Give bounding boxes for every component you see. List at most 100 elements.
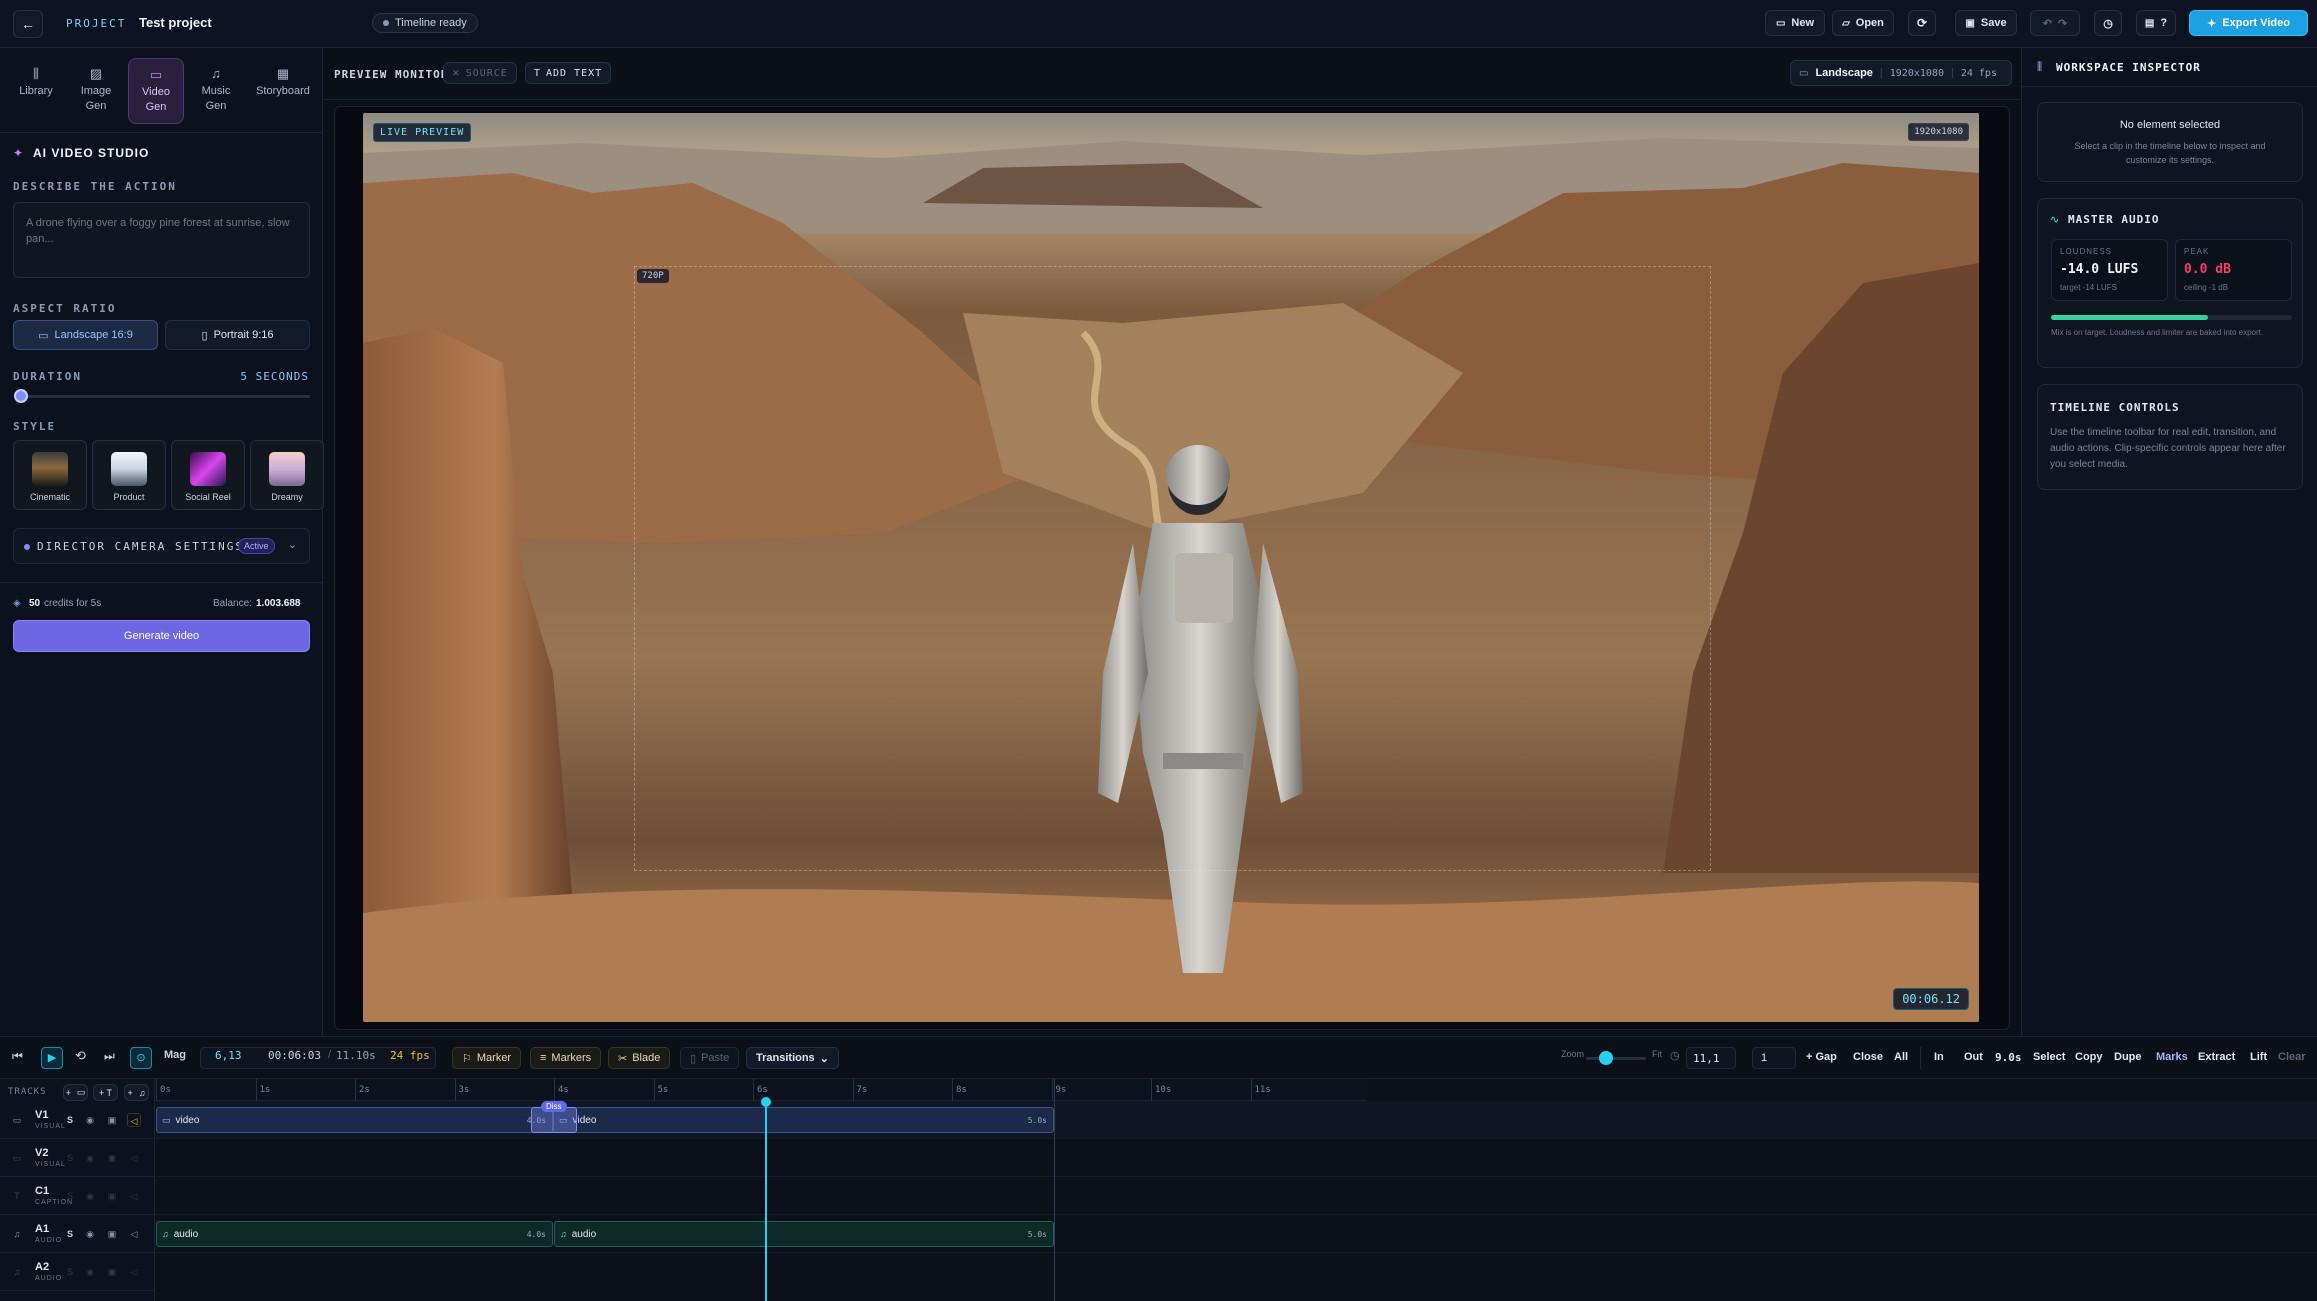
out-button[interactable]: Out	[1964, 1051, 1983, 1063]
generate-video-button[interactable]: Generate video	[13, 620, 310, 652]
eye-icon[interactable]: ◉	[83, 1113, 97, 1127]
extract-button[interactable]: Extract	[2198, 1051, 2235, 1063]
tab-music-gen[interactable]: ♫ Music Gen	[188, 58, 244, 124]
style-dreamy[interactable]: Dreamy	[250, 440, 324, 510]
audio-clip-1[interactable]: ♫ audio 4.0s	[156, 1221, 553, 1247]
lock-icon[interactable]: ▣	[105, 1265, 119, 1279]
style-social-reel[interactable]: Social Reel	[171, 440, 245, 510]
in-button[interactable]: In	[1934, 1051, 1944, 1063]
add-text-button[interactable]: T ADD TEXT	[525, 62, 611, 84]
duration-slider-thumb[interactable]	[14, 389, 28, 403]
eye-icon[interactable]: ◉	[83, 1227, 97, 1241]
play-button[interactable]: ▶	[41, 1047, 63, 1069]
prompt-input[interactable]	[13, 202, 310, 278]
gap-value-input[interactable]: 1	[1752, 1047, 1796, 1069]
tab-library[interactable]: ⫼ Library	[8, 58, 64, 124]
tracks-header: TRACKS + ▭ + T + ♫ ▭ V1 VISUAL S ◉ ▣ ◁ ▭ V	[0, 1079, 155, 1301]
all-button[interactable]: All	[1894, 1051, 1908, 1063]
open-button[interactable]: ▱ Open	[1832, 10, 1894, 36]
solo-icon[interactable]: S	[63, 1113, 77, 1127]
preview-image[interactable]: 720P LIVE PREVIEW 1920x1080 00:06.12	[363, 113, 1979, 1022]
select-button[interactable]: Select	[2033, 1051, 2065, 1063]
duration-slider-track[interactable]	[20, 395, 310, 398]
timeline-lanes[interactable]: 0s 1s 2s 3s 4s 5s 6s 7s 8s 9s 10s 11s ▭ video 4.0s …	[156, 1079, 2317, 1301]
mute-icon[interactable]: ◁	[127, 1189, 141, 1203]
clear-button[interactable]: Clear	[2278, 1051, 2306, 1063]
lock-icon[interactable]: ▣	[105, 1113, 119, 1127]
playhead-handle[interactable]	[760, 1097, 771, 1107]
style-cinematic[interactable]: Cinematic	[13, 440, 87, 510]
transition-label[interactable]: Diss	[541, 1101, 567, 1112]
marks-button[interactable]: Marks	[2156, 1051, 2188, 1063]
solo-icon[interactable]: S	[63, 1265, 77, 1279]
audio-clip-2[interactable]: ♫ audio 5.0s	[554, 1221, 1054, 1247]
magnet-toggle[interactable]: ⊙	[130, 1047, 152, 1069]
skip-forward-icon[interactable]: ⏭	[104, 1049, 115, 1064]
eye-icon[interactable]: ◉	[83, 1189, 97, 1203]
markers-label: Markers	[551, 1052, 592, 1064]
video-clip-1[interactable]: ▭ video 4.0s	[156, 1107, 553, 1133]
history-button[interactable]: ◷	[2094, 10, 2122, 36]
export-label: Export Video	[2222, 17, 2290, 29]
zoom-slider-thumb[interactable]	[1599, 1051, 1613, 1065]
add-video-label: +	[65, 1087, 71, 1098]
master-audio-card: ∿ MASTER AUDIO LOUDNESS -14.0 LUFS targe…	[2037, 198, 2303, 368]
dupe-button[interactable]: Dupe	[2114, 1051, 2142, 1063]
ruler-tick-line	[554, 1079, 555, 1101]
tab-image-gen[interactable]: ▨ Image Gen	[68, 58, 124, 124]
solo-icon[interactable]: S	[63, 1189, 77, 1203]
marker-button[interactable]: ⚐ Marker	[452, 1047, 522, 1069]
camera-settings-toggle[interactable]: DIRECTOR CAMERA SETTINGS Active ⌄	[13, 528, 310, 564]
tab-video-gen[interactable]: ▭ Video Gen	[128, 58, 184, 124]
redo-icon[interactable]: ↷	[2058, 17, 2067, 30]
playhead[interactable]	[760, 1097, 771, 1301]
close-gap-button[interactable]: Close	[1853, 1051, 1883, 1063]
blade-button[interactable]: ✂ Blade	[608, 1047, 671, 1069]
zoom-value-input[interactable]: 11,1	[1686, 1047, 1736, 1069]
paste-button[interactable]: ▯ Paste	[680, 1047, 740, 1069]
add-video-track-button[interactable]: + ▭	[63, 1084, 88, 1101]
solo-icon[interactable]: S	[63, 1151, 77, 1165]
aspect-landscape-button[interactable]: ▭ Landscape 16:9	[13, 320, 158, 350]
shortcuts-button[interactable]: ▤?	[2136, 10, 2176, 36]
markers-button[interactable]: ≡ Markers	[530, 1047, 602, 1069]
source-button[interactable]: ✕ SOURCE	[443, 62, 517, 84]
skip-back-icon[interactable]: ⏮	[12, 1049, 23, 1064]
solo-icon[interactable]: S	[63, 1227, 77, 1241]
undo-icon[interactable]: ↶	[2043, 17, 2052, 30]
gap-button[interactable]: + Gap	[1806, 1051, 1837, 1063]
copy-button[interactable]: Copy	[2075, 1051, 2103, 1063]
library-icon: ⫼	[33, 66, 39, 81]
lock-icon[interactable]: ▣	[105, 1189, 119, 1203]
export-video-button[interactable]: ✦ Export Video	[2189, 10, 2308, 36]
sync-button[interactable]: ⟳	[1908, 10, 1936, 36]
mute-icon[interactable]: ◁	[127, 1151, 141, 1165]
new-button[interactable]: ▭ New	[1765, 10, 1825, 36]
track-type: AUDIO	[35, 1275, 63, 1282]
transitions-dropdown[interactable]: Transitions ⌄	[746, 1047, 839, 1069]
mute-icon[interactable]: ◁	[127, 1113, 141, 1127]
time-ruler[interactable]: 0s 1s 2s 3s 4s 5s 6s 7s 8s 9s 10s 11s	[156, 1079, 1366, 1101]
zoom-slider-track[interactable]	[1586, 1057, 1646, 1060]
fit-label[interactable]: Fit	[1652, 1049, 1662, 1059]
aspect-portrait-button[interactable]: ▯ Portrait 9:16	[165, 320, 310, 350]
tab-storyboard[interactable]: ▦ Storyboard	[250, 58, 316, 124]
lift-button[interactable]: Lift	[2250, 1051, 2267, 1063]
eye-icon[interactable]: ◉	[83, 1151, 97, 1165]
eye-icon[interactable]: ◉	[83, 1265, 97, 1279]
shortcuts-label: ?	[2160, 17, 2168, 29]
project-name[interactable]: Test project	[139, 15, 212, 30]
video-clip-2[interactable]: ▭ video 5.0s	[553, 1107, 1054, 1133]
mute-icon[interactable]: ◁	[127, 1265, 141, 1279]
add-audio-track-button[interactable]: + ♫	[124, 1084, 149, 1101]
track-lane-a2	[156, 1253, 2317, 1291]
back-button[interactable]: ←	[13, 10, 43, 38]
add-text-track-button[interactable]: + T	[93, 1084, 118, 1101]
loop-icon[interactable]: ⟲	[75, 1048, 86, 1064]
lock-icon[interactable]: ▣	[105, 1227, 119, 1241]
save-button[interactable]: ▣ Save	[1955, 10, 2017, 36]
format-badge[interactable]: ▭ Landscape | 1920x1080 | 24 fps	[1790, 60, 2012, 86]
lock-icon[interactable]: ▣	[105, 1151, 119, 1165]
style-product[interactable]: Product	[92, 440, 166, 510]
mute-icon[interactable]: ◁	[127, 1227, 141, 1241]
